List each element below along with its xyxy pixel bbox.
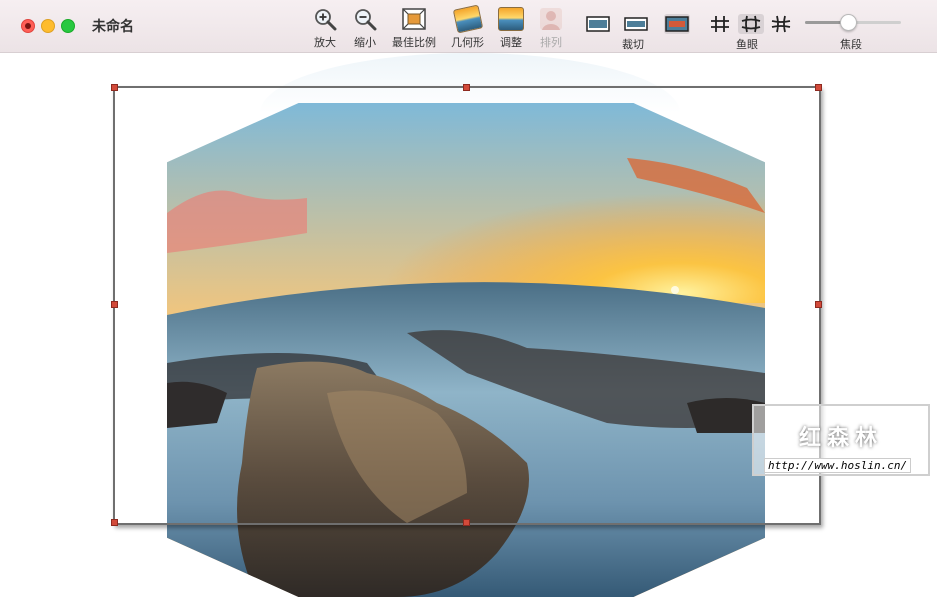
zoom-out-label: 缩小 — [354, 36, 376, 49]
zoom-out-button[interactable]: 缩小 — [352, 6, 378, 50]
crop-original-icon — [586, 16, 610, 32]
fisheye-pincushion-option[interactable] — [768, 14, 794, 34]
focal-length-slider[interactable] — [805, 14, 901, 31]
focal-slider-knob[interactable] — [840, 14, 858, 31]
crop-handle-top[interactable] — [463, 84, 470, 91]
crop-handle-top-right[interactable] — [815, 84, 822, 91]
crop-fill-option[interactable] — [664, 14, 690, 34]
geometry-button[interactable]: 几何形 — [451, 4, 484, 50]
watermark-logo: 红森林 — [798, 426, 883, 451]
arrange-person-icon — [538, 6, 564, 31]
crop-handle-left[interactable] — [111, 301, 118, 308]
close-window-button[interactable] — [21, 19, 35, 33]
crop-fit-icon — [624, 17, 648, 31]
zoom-out-icon — [352, 6, 378, 31]
crop-frame[interactable] — [111, 84, 822, 526]
focal-group-label: 焦段 — [840, 38, 862, 51]
adjust-label: 调整 — [500, 36, 522, 49]
crop-fill-icon — [665, 16, 689, 32]
fit-frame-icon — [401, 6, 427, 31]
watermark-url: http://www.hoslin.cn/ — [764, 458, 912, 473]
adjust-button[interactable]: 调整 — [498, 6, 524, 50]
minimize-window-button[interactable] — [41, 19, 55, 33]
site-watermark: 红森林 http://www.hoslin.cn/ — [752, 404, 930, 476]
best-fit-label: 最佳比例 — [392, 36, 436, 49]
fisheye-grid-option[interactable] — [707, 14, 733, 34]
geometry-photo-icon — [452, 4, 483, 33]
best-fit-button[interactable]: 最佳比例 — [392, 6, 436, 50]
zoom-window-button[interactable] — [61, 19, 75, 33]
fisheye-barrel-option[interactable] — [738, 14, 764, 34]
window-title: 未命名 — [92, 19, 134, 35]
geometry-label: 几何形 — [451, 36, 484, 49]
zoom-in-icon — [312, 6, 338, 31]
adjust-photo-icon — [498, 6, 524, 31]
arrange-label: 排列 — [540, 36, 562, 49]
crop-handle-bottom[interactable] — [463, 519, 470, 526]
grid-icon — [711, 16, 729, 32]
crop-original-option[interactable] — [585, 14, 611, 34]
crop-handle-right[interactable] — [815, 301, 822, 308]
pincushion-grid-icon — [771, 15, 791, 33]
crop-group-label: 裁切 — [622, 38, 644, 51]
arrange-button[interactable]: 排列 — [538, 6, 564, 50]
crop-handle-bottom-left[interactable] — [111, 519, 118, 526]
crop-fit-option[interactable] — [623, 14, 649, 34]
zoom-in-button[interactable]: 放大 — [312, 6, 338, 50]
zoom-in-label: 放大 — [314, 36, 336, 49]
fisheye-group-label: 鱼眼 — [736, 38, 758, 51]
barrel-grid-icon — [741, 15, 761, 33]
window-toolbar: 未命名 放大 缩小 最佳比例 几何形 调整 排列 裁切 鱼眼 焦段 — [0, 0, 937, 53]
crop-handle-top-left[interactable] — [111, 84, 118, 91]
